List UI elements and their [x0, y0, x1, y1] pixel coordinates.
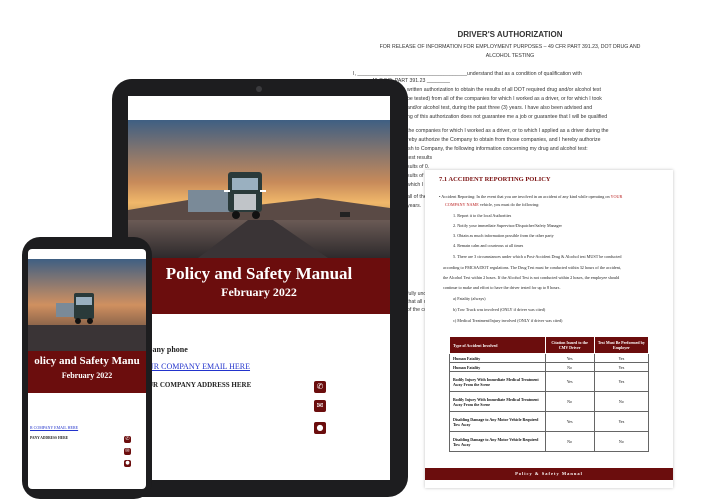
location-icon: ● [124, 460, 131, 467]
document-line: reby authorize the Company to obtain fro… [407, 137, 601, 143]
document-title: DRIVER'S AUTHORIZATION [457, 30, 563, 39]
table-cell: Yes [593, 362, 650, 372]
truck-hero-image [128, 120, 390, 258]
table-row: Bodily Injury With Immediate Medical Tre… [449, 391, 650, 412]
table-cell: Bodily Injury With Immediate Medical Tre… [449, 371, 546, 392]
policy-item: 5. There are 3 circumstances under which… [453, 254, 622, 259]
policy-item: a) Fatality (always) [453, 296, 486, 301]
table-row: Human Fatality No Yes [449, 362, 650, 372]
tablet-screen: Policy and Safety Manual February 2022 p… [128, 96, 390, 480]
table-cell: Disabling Damage to Any Motor Vehicle Re… [449, 431, 546, 452]
company-placeholder: YOUR [610, 194, 623, 199]
policy-item: continue to make and effort to have the … [443, 285, 561, 290]
document-line: ng of this authorization does not guaran… [407, 114, 608, 120]
policy-intro: • Accident Reporting: In the event that … [439, 194, 622, 199]
table-header-row: Type of Accident Involved Citation Issue… [449, 336, 650, 354]
cover-title: Policy and Safety Manual [165, 264, 353, 283]
table-cell: Yes [593, 411, 650, 432]
policy-intro-text: • Accident Reporting: In the event that … [439, 194, 610, 199]
table-row: Human Fatality Yes Yes [449, 353, 650, 363]
policy-item: 4. Remain calm and courteous at all time… [453, 243, 524, 248]
table-cell: Yes [593, 371, 650, 392]
document-line: written authorization to obtain the resu… [407, 87, 601, 93]
document-line: fully und [407, 291, 427, 297]
document-line: I, _____________________________________… [353, 71, 582, 77]
phone-icon: ✆ [124, 436, 131, 443]
company-email-link[interactable]: UR COMPANY EMAIL HERE [148, 362, 250, 371]
policy-intro-2: COMPANY NAME vehicle, you must do the fo… [445, 202, 539, 207]
phone-cover-title: olicy and Safety Manu [34, 355, 140, 367]
location-icon: ● [314, 422, 326, 434]
phone-email-link[interactable]: R COMPANY EMAIL HERE [30, 425, 78, 430]
table-cell: Yes [544, 411, 595, 432]
phone-cover-banner: olicy and Safety Manu February 2022 [28, 351, 146, 393]
table-row: Disabling Damage to Any Motor Vehicle Re… [449, 411, 650, 432]
policy-item: b) Tow Truck was involved (ONLY if drive… [453, 307, 546, 312]
policy-item: 2. Notify your immediate Supervisor/Disp… [453, 223, 562, 228]
company-phone-label: pany phone [148, 345, 188, 354]
table-cell: No [593, 431, 650, 452]
phone-screen: olicy and Safety Manu February 2022 R CO… [28, 249, 146, 489]
accident-test-table: Type of Accident Involved Citation Issue… [449, 336, 650, 452]
table-cell: No [544, 362, 595, 372]
table-cell: Yes [544, 353, 595, 363]
accident-policy-page: 7.1 ACCIDENT REPORTING POLICY • Accident… [425, 170, 673, 488]
table-cell: No [544, 431, 595, 452]
document-line: and/or alcohol test, during the past thr… [407, 105, 593, 111]
table-cell: Human Fatality [449, 362, 546, 372]
phone-truck-image [28, 259, 146, 351]
mail-icon: ✉ [124, 448, 131, 455]
policy-item: 3. Obtain as much information possible f… [453, 233, 554, 238]
phone-address-label: PANY ADDRESS HERE [30, 436, 69, 440]
document-line: of the co [407, 307, 427, 313]
table-cell: Human Fatality [449, 353, 546, 363]
cover-date: February 2022 [221, 285, 297, 299]
document-subtitle-line1: FOR RELEASE OF INFORMATION FOR EMPLOYMEN… [379, 44, 641, 50]
document-line: the companies for which I worked as a dr… [407, 128, 609, 134]
table-cell: Yes [544, 371, 595, 392]
policy-item: c) Medical Treatment/Injury involved (ON… [453, 318, 563, 323]
table-cell: Bodily Injury With Immediate Medical Tre… [449, 391, 546, 412]
table-header: Test Must Be Performed by Employer [593, 336, 650, 354]
phone-cover-date: February 2022 [61, 371, 113, 380]
section-title: 7.1 ACCIDENT REPORTING POLICY [439, 176, 551, 183]
table-header: Type of Accident Involved [449, 336, 546, 354]
table-cell: No [544, 391, 595, 412]
policy-item: the Alcohol Test within 2 hours. If the … [443, 275, 620, 280]
table-cell: Yes [593, 353, 650, 363]
document-line: be tested) from all of the companies for… [407, 96, 602, 102]
document-line: ish to Company, the following informatio… [407, 146, 588, 152]
table-cell: Disabling Damage to Any Motor Vehicle Re… [449, 411, 546, 432]
table-cell: No [593, 391, 650, 412]
document-subtitle: FOR RELEASE OF INFORMATION FOR EMPLOYMEN… [365, 43, 655, 61]
phone-icon: ✆ [314, 381, 326, 393]
company-name-placeholder: COMPANY NAME [445, 202, 479, 207]
company-address-label: UR COMPANY ADDRESS HERE [148, 381, 252, 389]
table-row: Bodily Injury With Immediate Medical Tre… [449, 371, 650, 392]
document-line: test results [407, 155, 433, 161]
phone-notch [62, 242, 112, 249]
cover-banner: Policy and Safety Manual February 2022 [128, 258, 390, 314]
tablet-camera [256, 86, 262, 92]
table-row: Disabling Damage to Any Motor Vehicle Re… [449, 431, 650, 452]
document-line: years. [407, 203, 422, 209]
page-footer: Policy & Safety Manual [425, 468, 673, 480]
document-subtitle-line2: ALCOHOL TESTING [485, 53, 535, 59]
policy-item: according to FMCSA/DOT regulations. The … [443, 265, 621, 270]
table-header: Citation Issued to the CMV Driver [544, 336, 595, 354]
mail-icon: ✉ [314, 400, 326, 412]
policy-item: 1. Report it to the local Authorities [453, 213, 512, 218]
policy-intro-text: vehicle, you must do the following: [479, 202, 540, 207]
